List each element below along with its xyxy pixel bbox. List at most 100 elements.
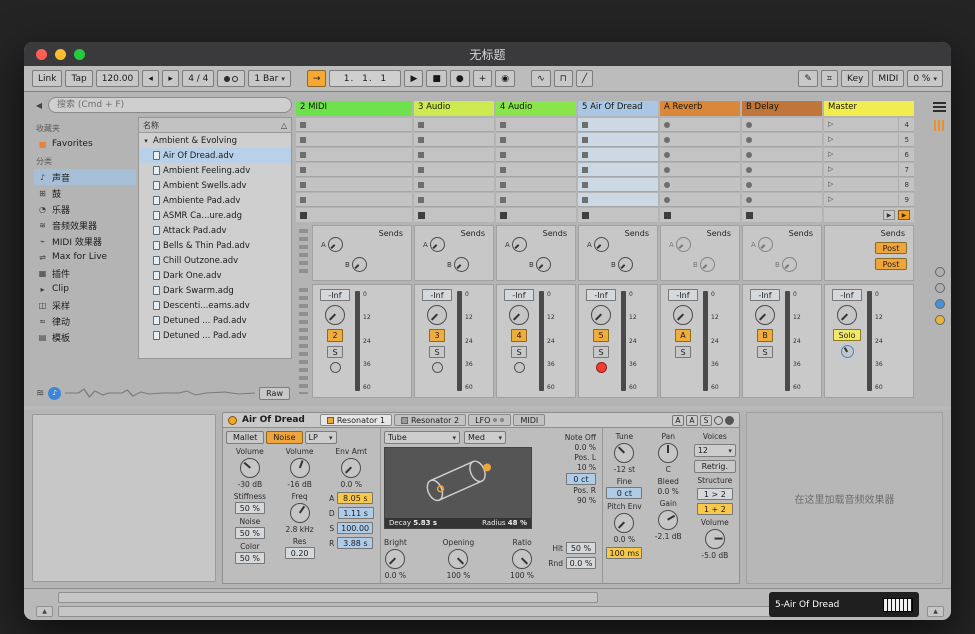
noise-amount-value[interactable]: 50 % <box>235 527 265 539</box>
browser-fold-button[interactable]: ◀ <box>34 101 44 110</box>
bleed-value[interactable]: 0.0 % <box>658 487 679 496</box>
track-activator[interactable]: 5 <box>593 329 609 342</box>
fine-value[interactable]: 0 ct <box>606 487 642 499</box>
clip-stop-button[interactable] <box>664 212 671 219</box>
env-amt-knob[interactable] <box>341 458 361 478</box>
sidebar-item[interactable]: ■Favorites <box>34 136 136 152</box>
pitch-env-time-value[interactable]: 100 ms <box>606 547 642 559</box>
clip-slot[interactable] <box>414 148 494 162</box>
overdub-button[interactable]: + <box>473 70 493 87</box>
solo-button[interactable]: S <box>429 346 445 358</box>
decay-env-value[interactable]: 1.11 s <box>338 507 374 519</box>
send-a-knob[interactable] <box>758 237 773 252</box>
clip-stop-button[interactable] <box>582 212 589 219</box>
play-button[interactable]: ▶ <box>404 70 423 87</box>
clip-slot[interactable] <box>578 118 658 132</box>
clip-slot[interactable]: ▷5 <box>824 133 914 147</box>
sidebar-item[interactable]: ♪声音 <box>34 169 136 185</box>
send-b-knob[interactable] <box>618 257 633 272</box>
fade-button[interactable]: ⊓ <box>554 70 573 87</box>
volume-display[interactable]: -Inf <box>668 289 698 301</box>
device-tab[interactable]: LFO <box>468 414 511 426</box>
mallet-volume-knob[interactable] <box>240 458 260 478</box>
send-a-knob[interactable] <box>676 237 691 252</box>
folder-row[interactable]: ▾Ambient & Evolving <box>139 133 291 148</box>
sidebar-item[interactable]: ◫采样 <box>34 297 136 313</box>
pencil-mode-button[interactable]: ✎ <box>798 70 818 87</box>
clip-slot[interactable] <box>496 163 576 177</box>
volume-display[interactable]: -Inf <box>422 289 452 301</box>
file-row[interactable]: Detuned ... Pad.adv <box>139 313 291 328</box>
sidebar-item[interactable]: ⌁MIDI 效果器 <box>34 233 136 249</box>
quantization-menu[interactable]: 1 Bar <box>248 70 291 87</box>
ratio-knob[interactable] <box>512 549 532 569</box>
arm-button[interactable] <box>432 362 443 373</box>
clip-slot[interactable] <box>742 178 822 192</box>
file-row[interactable]: Detuned ... Pad.adv <box>139 328 291 343</box>
solo-button[interactable]: S <box>327 346 343 358</box>
clip-slot[interactable] <box>496 178 576 192</box>
show-hide-detail-triangle[interactable]: ▲ <box>927 606 944 617</box>
sidebar-item[interactable]: ⊞鼓 <box>34 185 136 201</box>
clip-stop-button[interactable] <box>418 212 425 219</box>
device-on-button[interactable] <box>228 416 237 425</box>
pickup-value[interactable]: 1 + 2 <box>697 503 733 515</box>
solo-button[interactable]: S <box>593 346 609 358</box>
raw-button[interactable]: Raw <box>259 387 290 400</box>
retrig-button[interactable]: Retrig. <box>694 460 736 473</box>
file-row[interactable]: Chill Outzone.adv <box>139 253 291 268</box>
solo-button[interactable]: S <box>757 346 773 358</box>
post-toggle-a[interactable]: Post <box>875 242 907 254</box>
nudge-up-button[interactable]: ▸ <box>162 70 179 87</box>
in-out-toggle[interactable] <box>935 267 945 277</box>
pos-l-value[interactable]: 10 % <box>577 463 596 472</box>
gain-knob[interactable] <box>658 510 678 530</box>
master-scene-play-button[interactable]: ▶ <box>898 210 910 220</box>
clip-slot[interactable] <box>296 118 412 132</box>
clip-slot[interactable] <box>742 163 822 177</box>
returns-toggle[interactable] <box>935 299 945 309</box>
send-b-knob[interactable] <box>536 257 551 272</box>
pan-knob[interactable] <box>509 305 529 325</box>
file-row[interactable]: Descenti...eams.adv <box>139 298 291 313</box>
track-activator[interactable]: B <box>757 329 773 342</box>
link-button[interactable]: Link <box>32 70 62 87</box>
clip-slot[interactable] <box>414 133 494 147</box>
name-column-header[interactable]: 名称 <box>143 120 159 131</box>
slope-button[interactable]: ╱ <box>576 70 593 87</box>
clip-slot[interactable] <box>578 178 658 192</box>
file-row[interactable]: Dark Swarm.adg <box>139 283 291 298</box>
master-solo-button[interactable]: Solo <box>833 329 861 341</box>
hit-value[interactable]: 50 % <box>566 542 596 554</box>
sends-toggle[interactable] <box>935 283 945 293</box>
release-value[interactable]: 3.88 s <box>337 537 373 549</box>
record-button[interactable]: ● <box>450 70 470 87</box>
clip-slot[interactable] <box>660 148 740 162</box>
track-header[interactable]: 2 MIDI <box>296 101 412 116</box>
arm-button[interactable] <box>514 362 525 373</box>
file-row[interactable]: Bells & Thin Pad.adv <box>139 238 291 253</box>
file-list-header[interactable]: 名称 △ <box>139 118 291 133</box>
track-tag[interactable]: 5-Air Of Dread <box>769 592 919 617</box>
preview-wave-icon[interactable]: ≋ <box>36 388 44 399</box>
clip-slot[interactable]: ▷6 <box>824 148 914 162</box>
send-a-knob[interactable] <box>430 237 445 252</box>
clip-slot[interactable] <box>578 148 658 162</box>
clip-slot[interactable] <box>414 178 494 192</box>
clip-slot[interactable] <box>660 163 740 177</box>
io-meter-icon[interactable] <box>934 120 945 131</box>
clip-slot[interactable] <box>742 118 822 132</box>
sidebar-item[interactable]: ≋音频效果器 <box>34 217 136 233</box>
sidebar-item[interactable]: ▦插件 <box>34 265 136 281</box>
send-a-knob[interactable] <box>594 237 609 252</box>
pan-knob[interactable] <box>837 305 857 325</box>
post-toggle-b[interactable]: Post <box>875 258 907 270</box>
decay-value[interactable]: 5.83 s <box>413 519 437 527</box>
file-row[interactable]: Attack Pad.adv <box>139 223 291 238</box>
clip-slot[interactable]: ▷4 <box>824 118 914 132</box>
clip-slot[interactable] <box>296 148 412 162</box>
clip-slot[interactable] <box>414 193 494 207</box>
clip-slot[interactable] <box>496 133 576 147</box>
horizontal-scrollbar-2[interactable] <box>58 606 784 617</box>
clip-slot[interactable] <box>578 133 658 147</box>
